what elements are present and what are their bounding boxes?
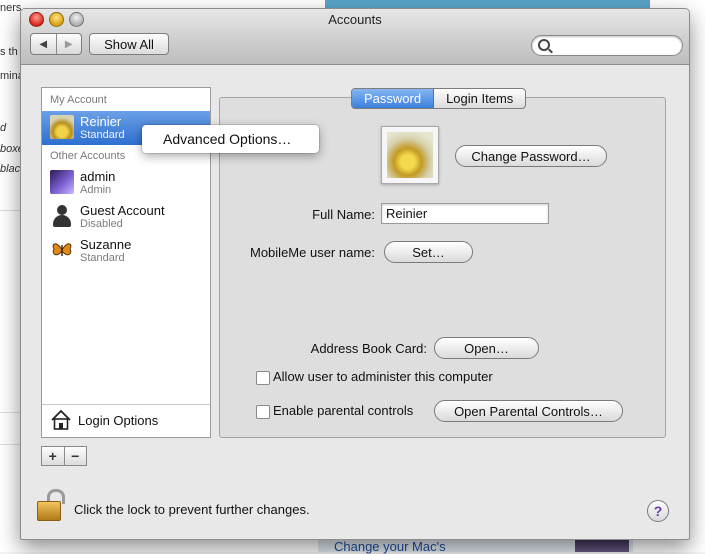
title-bar: Accounts ◀ ▶ Show All [21,9,689,65]
tab-login-items[interactable]: Login Items [434,89,525,108]
set-mobileme-button[interactable]: Set… [384,241,473,263]
background-text: ners [0,2,22,14]
context-menu: Advanced Options… [142,125,319,153]
house-icon [51,409,71,430]
open-parental-controls-button[interactable]: Open Parental Controls… [434,400,623,422]
background-thumbnail [575,538,629,552]
remove-account-button[interactable]: − [65,447,87,465]
back-arrow-icon[interactable]: ◀ [31,34,57,54]
my-account-header: My Account [50,94,107,106]
account-role: Standard [80,252,125,264]
account-row-admin[interactable]: admin Admin [42,166,210,200]
background-text: blac [0,163,21,175]
show-all-button[interactable]: Show All [89,33,169,55]
mobileme-label: MobileMe user name: [250,245,375,260]
guest-silhouette-icon [50,204,74,228]
tab-password[interactable]: Password [352,89,435,108]
lock-status-text: Click the lock to prevent further change… [74,502,310,517]
help-button[interactable]: ? [647,500,669,522]
background-text: s th [0,46,18,58]
menu-item-advanced-options[interactable]: Advanced Options… [163,131,291,147]
window-title: Accounts [328,12,382,27]
other-accounts-header: Other Accounts [50,150,126,162]
allow-admin-checkbox[interactable] [256,371,270,385]
open-address-book-button[interactable]: Open… [434,337,539,359]
background-divider [0,210,20,211]
parental-controls-label: Enable parental controls [273,403,414,418]
account-name: Reinier [80,114,122,129]
search-field[interactable] [531,35,683,56]
login-options-label: Login Options [78,413,159,428]
account-role: Disabled [80,218,123,230]
address-book-label: Address Book Card: [310,341,427,356]
parental-controls-checkbox[interactable] [256,405,270,419]
account-role: Standard [80,129,125,141]
tab-bar: Password Login Items [351,88,527,109]
accounts-window: Accounts ◀ ▶ Show All My Account Reinier… [20,8,690,540]
add-account-button[interactable]: + [42,447,65,465]
change-password-button[interactable]: Change Password… [455,145,607,167]
forward-arrow-icon[interactable]: ▶ [57,34,82,54]
background-divider [0,412,20,413]
background-text: d [0,122,7,134]
account-row-suzanne[interactable]: Suzanne Standard [42,234,210,268]
back-forward-control: ◀ ▶ [30,33,82,55]
account-name: Guest Account [80,203,165,218]
account-row-guest[interactable]: Guest Account Disabled [42,200,210,234]
full-name-label: Full Name: [312,207,375,222]
add-remove-control: + − [41,446,87,466]
allow-admin-label: Allow user to administer this computer [273,369,493,384]
account-role: Admin [80,184,112,196]
divider [42,404,210,405]
user-picture [50,170,74,194]
login-options-row[interactable]: Login Options [42,406,210,436]
user-picture-well[interactable] [381,126,439,184]
magnifier-icon [538,39,550,51]
user-picture-image [387,132,433,178]
background-banner [325,0,650,8]
account-name: Suzanne [80,237,132,252]
background-divider [0,444,20,445]
user-picture [50,115,74,139]
lock-icon[interactable] [35,489,67,521]
account-name: admin [80,169,116,184]
full-name-field[interactable]: Reinier [381,203,549,224]
butterfly-icon [50,238,74,262]
